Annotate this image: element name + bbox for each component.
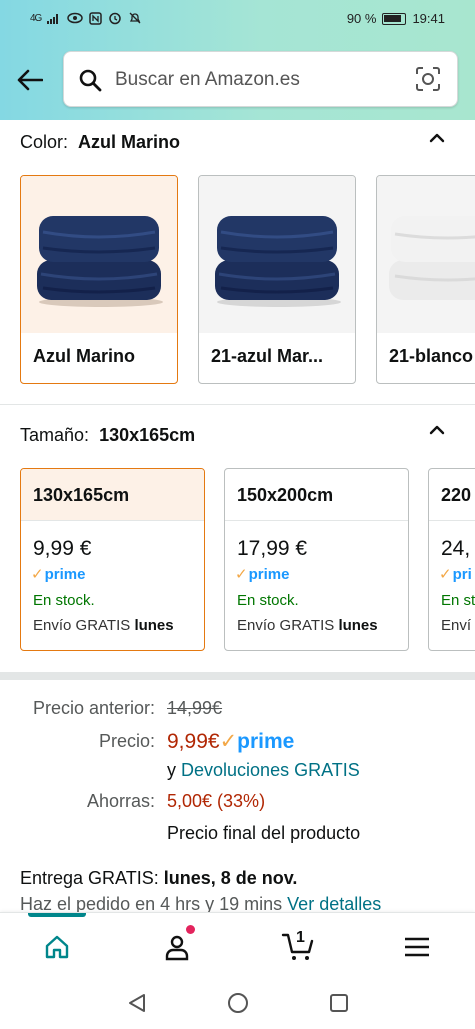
blanket-white-image <box>389 216 475 300</box>
section-separator <box>0 672 475 680</box>
size-option-price: 17,99 € <box>237 537 308 560</box>
stock-status: En st <box>441 592 475 609</box>
size-option-label: 220 <box>441 485 472 505</box>
stock-status: En stock. <box>33 592 95 609</box>
section-divider <box>0 404 475 405</box>
blanket-navy-image <box>37 216 163 307</box>
bottom-nav: 1 <box>0 912 475 976</box>
size-option-130x165[interactable]: 130x165cm 9,99 € ✓prime En stock. Envío … <box>20 468 205 651</box>
square-recents-icon <box>330 994 348 1012</box>
clock: 19:41 <box>412 11 445 26</box>
savings-value: 5,00€ (33%) <box>167 791 266 811</box>
price-row: 9,99€✓prime <box>167 729 294 754</box>
size-option-price: 9,99 € <box>33 537 92 560</box>
size-option-label: 130x165cm <box>33 485 130 505</box>
prime-check-icon: ✓ <box>235 566 248 583</box>
final-price-note: Precio final del producto <box>167 823 361 843</box>
search-icon <box>79 69 102 92</box>
status-bar: 4G 90 % 19:41 <box>0 0 475 40</box>
cart-count: 1 <box>296 929 305 946</box>
previous-price-value: 14,99€ <box>167 698 223 718</box>
color-option-azul-marino[interactable]: Azul Marino <box>20 175 178 384</box>
price-label: Precio: <box>98 731 155 751</box>
size-option-price: 24, <box>441 537 471 560</box>
returns-row: y Devoluciones GRATIS <box>167 760 360 781</box>
color-option-21-azul-marino[interactable]: 21-azul Mar... <box>198 175 356 384</box>
prime-check-icon: ✓ <box>219 730 238 753</box>
mute-bell-icon <box>129 12 141 24</box>
triangle-back-icon <box>129 994 145 1012</box>
size-label: Tamaño: <box>20 425 90 445</box>
prime-badge: ✓prime <box>235 566 290 583</box>
size-option-label: 150x200cm <box>237 485 334 505</box>
system-back-button[interactable] <box>124 990 150 1016</box>
size-heading: Tamaño: 130x165cm <box>20 425 195 446</box>
previous-price-label: Precio anterior: <box>32 698 155 718</box>
color-label: Color: <box>20 132 69 152</box>
color-option-label: 21-azul Mar... <box>211 346 324 366</box>
product-image <box>377 176 475 333</box>
delivery-label: Entrega GRATIS: <box>20 868 159 888</box>
prime-badge: ✓prime <box>31 566 86 583</box>
person-icon <box>165 935 189 961</box>
nav-account[interactable] <box>161 931 193 963</box>
home-icon <box>45 935 69 959</box>
signal-icon <box>47 13 59 24</box>
system-recents-button[interactable] <box>326 990 352 1016</box>
search-input[interactable]: Buscar en Amazon.es <box>115 69 300 91</box>
prime-check-icon: ✓ <box>31 566 44 583</box>
product-image <box>199 176 355 333</box>
color-heading: Color: Azul Marino <box>20 132 180 153</box>
eye-icon <box>67 12 84 24</box>
free-returns-link[interactable]: Devoluciones GRATIS <box>181 760 360 780</box>
shipping-info: Envío GRATIS lunes <box>33 617 174 634</box>
network-indicator: 4G <box>30 12 42 24</box>
shipping-info: Enví <box>441 617 472 634</box>
product-image <box>21 176 177 333</box>
size-selected-value: 130x165cm <box>99 425 196 445</box>
hamburger-menu-icon <box>405 937 429 957</box>
nfc-icon <box>89 11 103 25</box>
search-bar[interactable]: Buscar en Amazon.es <box>63 51 458 107</box>
blanket-navy-image <box>215 216 341 307</box>
system-home-button[interactable] <box>225 990 251 1016</box>
active-tab-indicator <box>28 913 86 917</box>
back-button[interactable] <box>14 64 46 96</box>
color-option-label: 21-blanco <box>389 346 474 366</box>
chevron-up-icon[interactable] <box>429 130 445 146</box>
camera-scan-icon[interactable] <box>415 66 441 92</box>
shipping-info: Envío GRATIS lunes <box>237 617 378 634</box>
color-option-21-blanco[interactable]: 21-blanco <box>376 175 475 384</box>
notification-dot <box>186 925 195 934</box>
delivery-info: Entrega GRATIS: lunes, 8 de nov. <box>20 868 297 889</box>
battery-icon <box>382 12 407 25</box>
order-within-text: Haz el pedido en 4 hrs y 19 mins <box>20 894 283 914</box>
alarm-icon <box>109 12 122 25</box>
stock-status: En stock. <box>237 592 299 609</box>
arrow-left-icon <box>17 69 43 91</box>
prime-badge: ✓pri <box>439 566 472 583</box>
returns-prefix: y <box>167 760 176 780</box>
details-link[interactable]: Ver detalles <box>287 894 381 914</box>
prime-check-icon: ✓ <box>439 566 452 583</box>
price-value: 9,99€ <box>167 730 220 753</box>
battery-percent: 90 % <box>346 11 377 26</box>
nav-home[interactable] <box>41 931 73 963</box>
chevron-up-icon[interactable] <box>429 422 445 438</box>
delivery-date: lunes, 8 de nov. <box>163 868 298 888</box>
color-option-label: Azul Marino <box>33 346 135 366</box>
system-nav-bar <box>0 976 475 1029</box>
circle-home-icon <box>228 993 248 1013</box>
prime-badge: ✓prime <box>219 730 295 753</box>
savings-label: Ahorras: <box>86 791 155 811</box>
size-option-220[interactable]: 220 24, ✓pri En st Enví <box>428 468 475 651</box>
nav-cart[interactable]: 1 <box>280 929 318 963</box>
size-option-150x200[interactable]: 150x200cm 17,99 € ✓prime En stock. Envío… <box>224 468 409 651</box>
color-selected-value: Azul Marino <box>78 132 181 152</box>
nav-menu[interactable] <box>401 931 433 963</box>
